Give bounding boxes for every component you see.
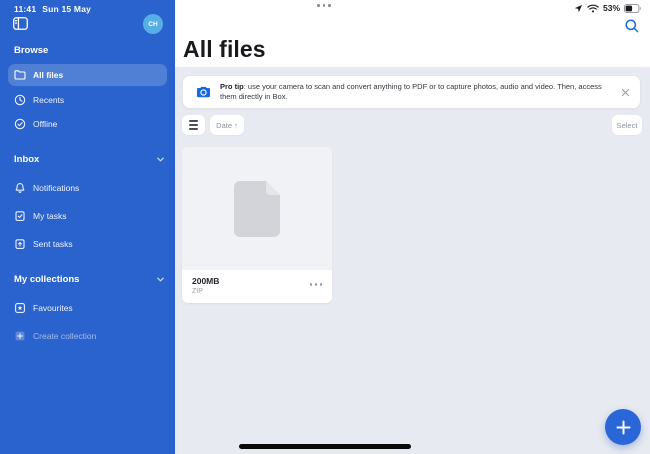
sidebar-item-all-files[interactable]: All files: [8, 64, 167, 86]
sort-label: Date ↑: [216, 120, 238, 130]
page-title: All files: [183, 36, 266, 62]
battery-icon: [624, 3, 641, 13]
file-thumbnail: [182, 147, 332, 270]
sidebar: 11:41 Sun 15 May CH Browse All files Rec…: [0, 0, 175, 454]
sidebar-item-label: Notifications: [33, 183, 80, 193]
sidebar-item-favourites[interactable]: Favourites: [8, 297, 167, 319]
sidebar-item-label: Create collection: [33, 331, 97, 341]
view-toggle-button[interactable]: [182, 115, 205, 135]
clock-icon: [14, 94, 26, 106]
add-button[interactable]: [605, 409, 641, 445]
select-label: Select: [616, 120, 638, 130]
sidebar-item-label: All files: [33, 70, 64, 80]
sidebar-item-recents[interactable]: Recents: [8, 89, 167, 111]
section-label-inbox: Inbox: [14, 153, 40, 165]
sidebar-item-label: My tasks: [33, 211, 67, 221]
file-menu-icon[interactable]: [309, 283, 322, 286]
camera-icon: [197, 86, 210, 98]
file-type: ZIP: [192, 288, 203, 295]
pro-tip-bold: Pro tip: [220, 82, 244, 91]
file-name: 200MB: [192, 276, 220, 286]
file-card[interactable]: 200MB ZIP: [182, 147, 332, 303]
pro-tip-banner: Pro tip: use your camera to scan and con…: [182, 75, 641, 109]
select-button[interactable]: Select: [612, 115, 642, 135]
sidebar-item-my-tasks[interactable]: My tasks: [8, 205, 167, 227]
list-view-icon: [189, 120, 198, 130]
location-icon: [574, 4, 583, 12]
bell-icon: [15, 183, 25, 194]
status-time: 11:41: [14, 4, 37, 14]
multitask-indicator-icon: [317, 4, 331, 7]
pro-tip-rest: : use your camera to scan and convert an…: [220, 82, 602, 101]
sidebar-section-my-collections[interactable]: My collections: [14, 272, 165, 286]
star-square-icon: [15, 303, 25, 313]
sidebar-item-label: Favourites: [33, 303, 73, 313]
sidebar-item-sent-tasks[interactable]: Sent tasks: [8, 233, 167, 255]
plus-icon: [616, 420, 630, 434]
wifi-icon: [587, 4, 599, 12]
check-circle-icon: [14, 118, 26, 130]
sidebar-item-label: Sent tasks: [33, 239, 73, 249]
section-label-browse: Browse: [14, 44, 49, 56]
sidebar-item-create-collection[interactable]: Create collection: [8, 325, 167, 347]
sent-clipboard-icon: [15, 239, 25, 249]
sidebar-toggle-icon[interactable]: [13, 17, 28, 30]
sidebar-item-offline[interactable]: Offline: [8, 113, 167, 135]
battery-percent: 53%: [602, 3, 620, 13]
document-icon: [234, 180, 280, 237]
pro-tip-text: Pro tip: use your camera to scan and con…: [220, 82, 616, 102]
ipad-screen: 11:41 Sun 15 May CH Browse All files Rec…: [0, 0, 650, 454]
file-card-footer: 200MB ZIP: [182, 270, 332, 303]
search-icon[interactable]: [624, 18, 640, 34]
sidebar-item-label: Recents: [33, 95, 65, 105]
section-label-my-collections: My collections: [14, 273, 80, 285]
close-icon[interactable]: [621, 88, 630, 97]
chevron-down-icon: [157, 157, 164, 161]
status-icons: 53%: [574, 3, 642, 13]
main-content: All files Pro tip: use your camera to sc…: [175, 0, 650, 454]
task-clipboard-icon: [15, 211, 25, 221]
plus-square-icon: [15, 331, 25, 341]
sidebar-section-inbox[interactable]: Inbox: [14, 152, 165, 166]
sidebar-section-browse: Browse: [14, 43, 165, 57]
sort-button[interactable]: Date ↑: [210, 115, 244, 135]
avatar-initials: CH: [148, 20, 158, 28]
sidebar-item-label: Offline: [33, 119, 58, 129]
chevron-down-icon: [157, 277, 164, 281]
sidebar-item-notifications[interactable]: Notifications: [8, 177, 167, 199]
folder-icon: [14, 70, 26, 80]
home-indicator[interactable]: [239, 444, 411, 449]
status-time-date: 11:41 Sun 15 May: [14, 4, 97, 14]
avatar[interactable]: CH: [143, 14, 163, 34]
status-date: Sun 15 May: [42, 4, 92, 14]
